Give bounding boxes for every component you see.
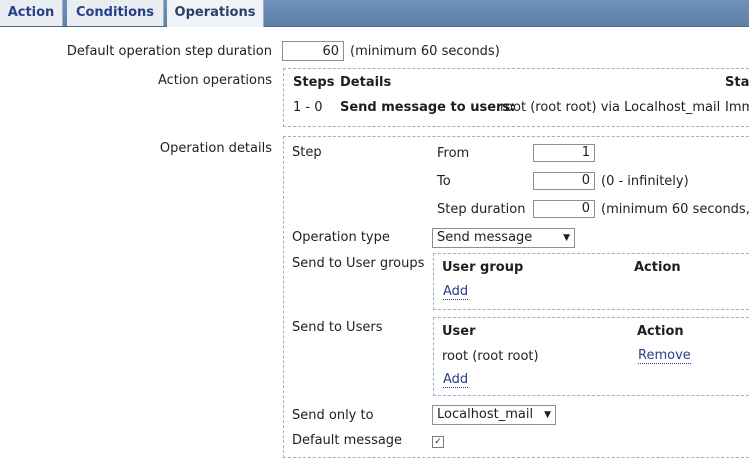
tab-operations[interactable]: Operations <box>167 0 264 27</box>
user-group-col-header: User group <box>442 260 524 275</box>
tab-action[interactable]: Action <box>0 0 63 26</box>
send-only-to-select[interactable]: Localhost_mail ▼ <box>432 405 556 425</box>
col-steps-header: Steps <box>293 75 335 90</box>
default-step-duration-label: Default operation step duration <box>66 44 272 59</box>
default-step-duration-input[interactable] <box>282 41 344 61</box>
step-from-label: From <box>437 146 470 161</box>
default-message-label: Default message <box>292 433 403 448</box>
operation-type-select[interactable]: Send message ▼ <box>432 228 575 248</box>
tab-conditions[interactable]: Conditions <box>67 0 164 26</box>
default-step-duration-hint: (minimum 60 seconds) <box>350 44 500 59</box>
operation-row-details: root (root root) via Localhost_mail <box>500 100 721 115</box>
step-to-label: To <box>437 174 451 189</box>
dropdown-arrow-icon: ▼ <box>544 410 551 420</box>
col-start-header: Star <box>725 75 749 90</box>
add-user-group-link[interactable]: Add <box>443 285 469 300</box>
operation-row-details-bold: Send message to users: <box>340 100 516 115</box>
action-operations-label: Action operations <box>157 73 272 88</box>
step-from-input[interactable] <box>533 144 595 162</box>
step-duration-hint: (minimum 60 seconds, 0 <box>601 202 749 217</box>
default-message-checkbox[interactable]: ✓ <box>432 436 444 448</box>
user-action-header: Action <box>637 324 684 339</box>
operation-details-label: Operation details <box>159 141 272 156</box>
send-to-users-label: Send to Users <box>292 320 383 335</box>
col-details-header: Details <box>340 75 392 90</box>
remove-user-link[interactable]: Remove <box>638 349 691 364</box>
step-label: Step <box>292 145 322 160</box>
user-col-header: User <box>442 324 476 339</box>
user-row-name: root (root root) <box>442 349 539 364</box>
send-only-to-value: Localhost_mail <box>437 407 534 422</box>
step-to-input[interactable] <box>533 172 595 190</box>
operation-row-steps: 1 - 0 <box>293 100 323 115</box>
operation-row-start: Imm <box>725 100 749 115</box>
operation-type-value: Send message <box>437 230 533 245</box>
step-duration-label: Step duration <box>437 202 526 217</box>
user-group-action-header: Action <box>634 260 681 275</box>
send-only-to-label: Send only to <box>292 408 374 423</box>
step-to-hint: (0 - infinitely) <box>601 174 689 189</box>
tab-bar: Action Conditions Operations <box>0 0 749 27</box>
send-to-user-groups-label: Send to User groups <box>292 256 425 271</box>
operation-type-label: Operation type <box>292 230 390 245</box>
dropdown-arrow-icon: ▼ <box>563 233 570 243</box>
add-user-link[interactable]: Add <box>443 373 469 388</box>
step-duration-input[interactable] <box>533 200 595 218</box>
